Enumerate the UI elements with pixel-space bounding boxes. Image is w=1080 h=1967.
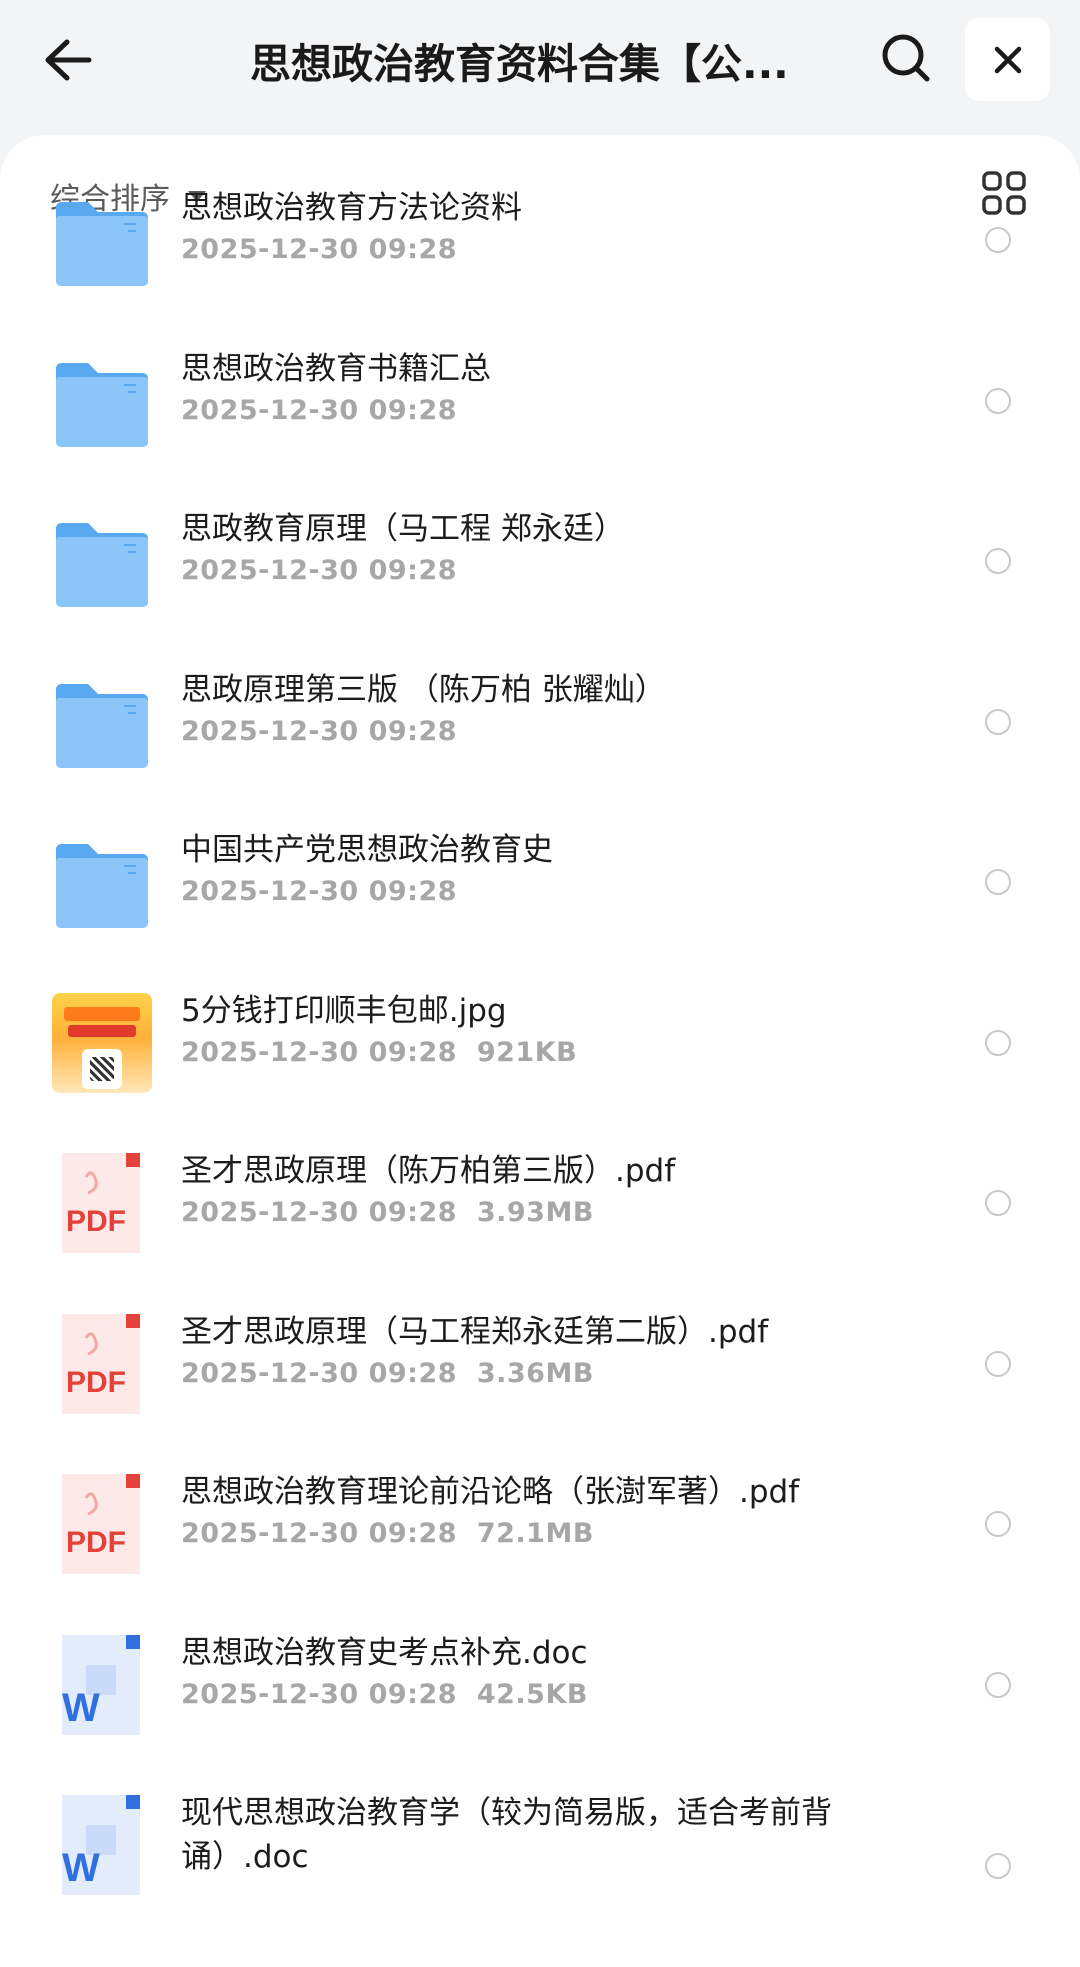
word-file-icon: W (52, 1635, 152, 1735)
close-icon (994, 46, 1021, 73)
pdf-file-icon: PDF (52, 1474, 152, 1574)
file-row[interactable]: 思政教育原理（马工程 郑永廷） 2025-12-30 09:28 (0, 511, 1080, 671)
select-radio[interactable] (985, 1672, 1011, 1698)
file-meta: 2025-12-30 09:28 72.1MB (181, 1518, 594, 1549)
select-radio[interactable] (985, 1853, 1011, 1879)
select-radio[interactable] (985, 1030, 1011, 1056)
file-name: 思想政治教育方法论资料 (181, 190, 522, 226)
select-radio[interactable] (985, 227, 1011, 253)
file-meta: 2025-12-30 09:28 (181, 876, 458, 907)
file-meta: 2025-12-30 09:28 3.36MB (181, 1358, 594, 1389)
file-name: 圣才思政原理（马工程郑永廷第二版）.pdf (181, 1314, 769, 1350)
file-name: 思想政治教育史考点补充.doc (181, 1635, 588, 1671)
file-meta: 2025-12-30 09:28 (181, 395, 458, 426)
folder-icon (52, 190, 152, 290)
file-row[interactable]: 5分钱打印顺丰包邮.jpg 2025-12-30 09:28 921KB (0, 993, 1080, 1153)
file-row[interactable]: 中国共产党思想政治教育史 2025-12-30 09:28 (0, 832, 1080, 992)
file-meta: 2025-12-30 09:28 (181, 555, 458, 586)
search-icon (882, 34, 930, 82)
folder-icon (52, 672, 152, 772)
folder-icon (52, 832, 152, 932)
svg-text:W: W (62, 1686, 100, 1730)
select-radio[interactable] (985, 1511, 1011, 1537)
search-button[interactable] (874, 26, 938, 90)
page-title: 思想政治教育资料合集【公... (250, 40, 789, 88)
file-row[interactable]: PDF 思想政治教育理论前沿论略（张澍军著）.pdf 2025-12-30 09:… (0, 1474, 1080, 1634)
pdf-file-icon: PDF (52, 1153, 152, 1253)
file-name: 思想政治教育书籍汇总 (181, 351, 491, 387)
file-name: 中国共产党思想政治教育史 (181, 832, 553, 868)
file-name: 思想政治教育理论前沿论略（张澍军著）.pdf (181, 1474, 800, 1510)
select-radio[interactable] (985, 548, 1011, 574)
svg-text:PDF: PDF (66, 1205, 126, 1238)
file-row[interactable]: W 思想政治教育史考点补充.doc 2025-12-30 09:28 42.5KB (0, 1635, 1080, 1795)
file-name: 5分钱打印顺丰包邮.jpg (181, 993, 507, 1029)
top-bar: 思想政治教育资料合集【公... (0, 0, 1080, 130)
select-radio[interactable] (985, 1351, 1011, 1377)
file-row[interactable]: 思政原理第三版 （陈万柏 张耀灿） 2025-12-30 09:28 (0, 672, 1080, 832)
file-row[interactable]: 思想政治教育书籍汇总 2025-12-30 09:28 (0, 351, 1080, 511)
image-thumbnail-icon (52, 993, 152, 1093)
file-meta: 2025-12-30 09:28 (181, 716, 458, 747)
folder-icon (52, 511, 152, 611)
file-row[interactable]: 思想政治教育方法论资料 2025-12-30 09:28 (0, 190, 1080, 350)
pdf-file-icon: PDF (52, 1314, 152, 1414)
select-radio[interactable] (985, 388, 1011, 414)
file-list-panel: 综合排序 思想政治教育方法论资料 2025-12-30 09:28 思想政治教育书… (0, 135, 1080, 1967)
back-button[interactable] (36, 28, 100, 92)
select-radio[interactable] (985, 1190, 1011, 1216)
file-meta: 2025-12-30 09:28 (181, 234, 458, 265)
svg-text:PDF: PDF (66, 1366, 126, 1399)
file-meta: 2025-12-30 09:28 3.93MB (181, 1197, 594, 1228)
word-file-icon: W (52, 1795, 152, 1895)
select-radio[interactable] (985, 869, 1011, 895)
file-row[interactable]: W 现代思想政治教育学（较为简易版，适合考前背诵）.doc (0, 1795, 1080, 1955)
svg-text:PDF: PDF (66, 1526, 126, 1559)
svg-text:W: W (62, 1846, 100, 1890)
file-name: 思政原理第三版 （陈万柏 张耀灿） (181, 672, 666, 708)
file-name: 思政教育原理（马工程 郑永廷） (181, 511, 625, 547)
arrow-left-icon (45, 39, 92, 81)
file-row[interactable]: PDF 圣才思政原理（马工程郑永廷第二版）.pdf 2025-12-30 09:2… (0, 1314, 1080, 1474)
close-button[interactable] (965, 18, 1050, 101)
file-meta: 2025-12-30 09:28 42.5KB (181, 1679, 588, 1710)
file-meta: 2025-12-30 09:28 921KB (181, 1037, 578, 1068)
folder-icon (52, 351, 152, 451)
select-radio[interactable] (985, 709, 1011, 735)
file-name: 圣才思政原理（陈万柏第三版）.pdf (181, 1153, 676, 1189)
file-row[interactable]: PDF 圣才思政原理（陈万柏第三版）.pdf 2025-12-30 09:28 3… (0, 1153, 1080, 1313)
file-name: 现代思想政治教育学（较为简易版，适合考前背诵）.doc (181, 1795, 832, 1875)
